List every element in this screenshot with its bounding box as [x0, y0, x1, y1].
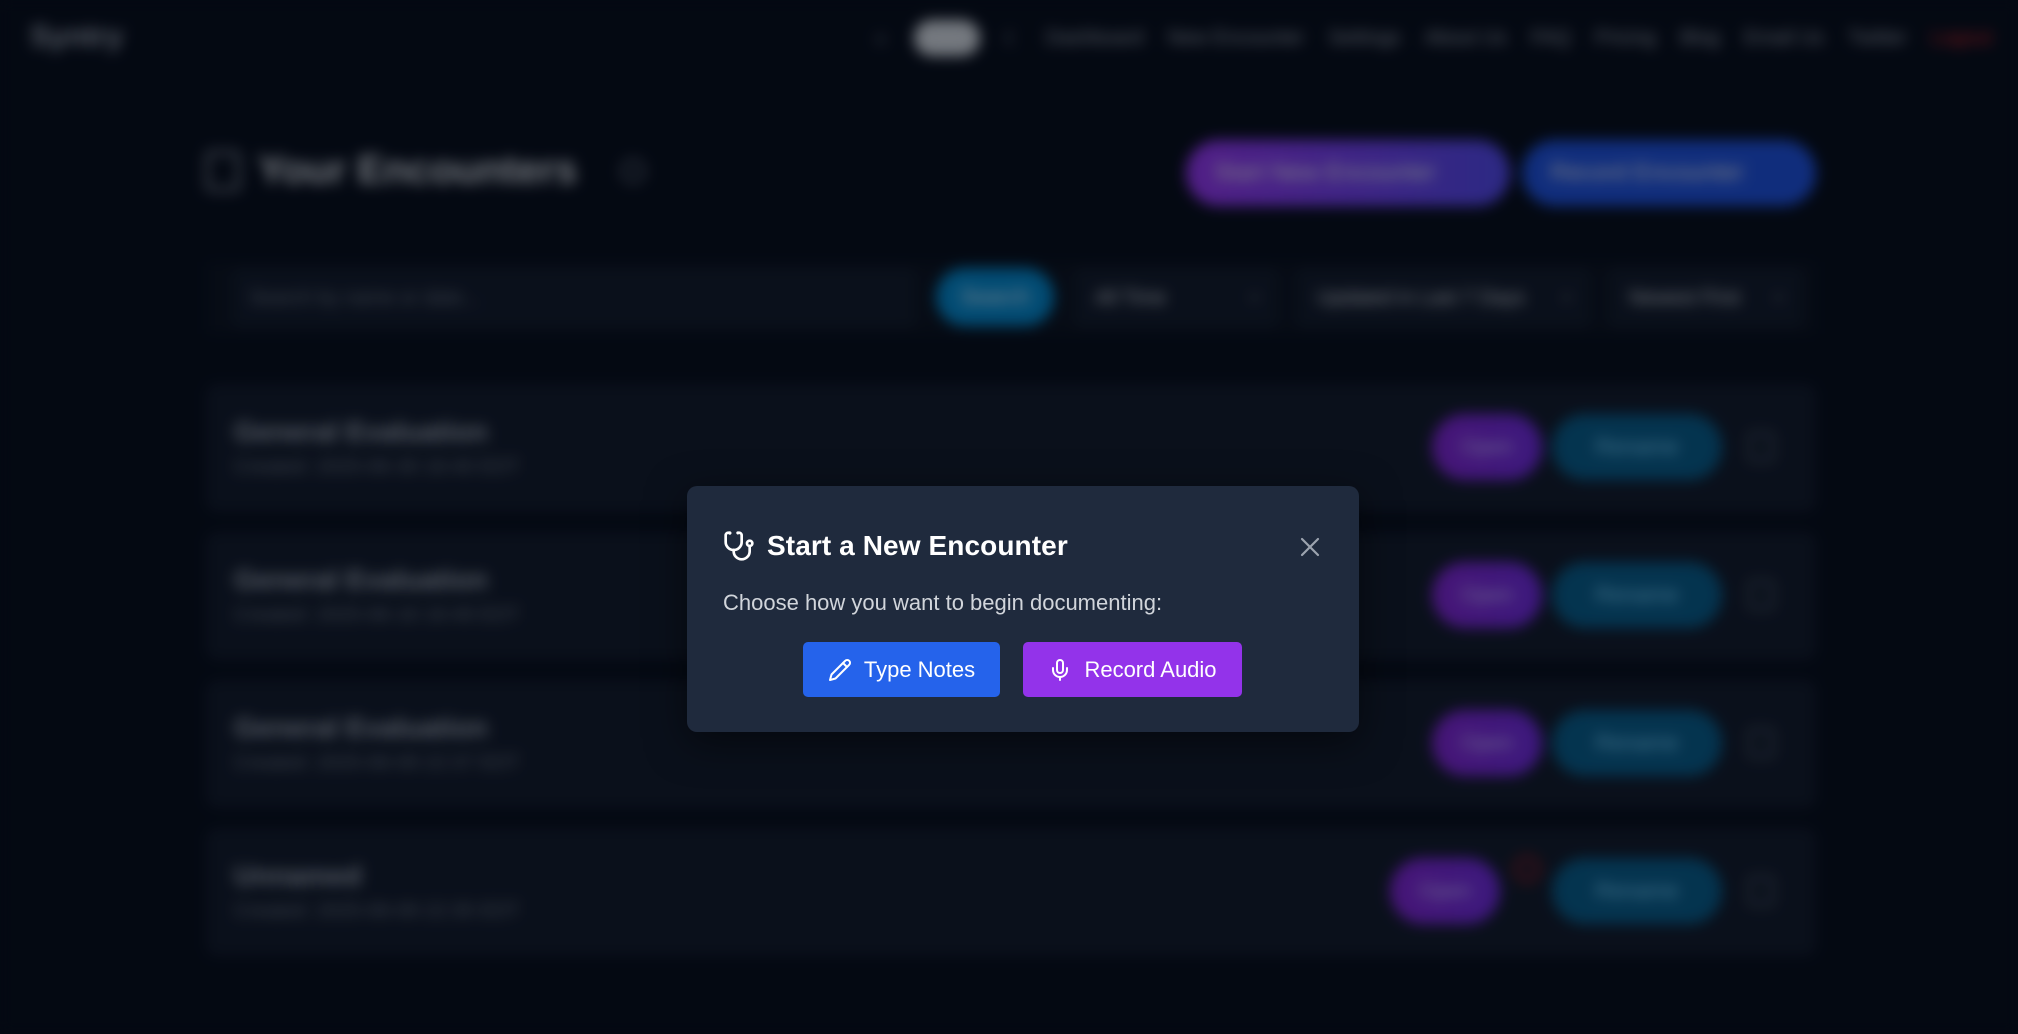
- record-audio-button[interactable]: Record Audio: [1023, 642, 1242, 697]
- microphone-icon: [1052, 658, 1069, 681]
- modal-actions: Type Notes Record Audio: [803, 642, 1243, 697]
- stethoscope-icon: [724, 531, 754, 561]
- type-notes-label: Type Notes: [863, 656, 976, 682]
- record-audio-label: Record Audio: [1084, 656, 1217, 682]
- modal-description: Choose how you want to begin documenting…: [723, 590, 1163, 615]
- modal-header: Start a New Encounter: [723, 526, 1068, 566]
- type-notes-button[interactable]: Type Notes: [803, 642, 1000, 697]
- new-encounter-modal: Start a New Encounter Choose how you wan…: [687, 486, 1359, 732]
- pencil-icon: [828, 658, 851, 681]
- modal-title: Start a New Encounter: [767, 530, 1068, 561]
- close-icon: [1300, 537, 1320, 557]
- close-button[interactable]: [1293, 530, 1327, 564]
